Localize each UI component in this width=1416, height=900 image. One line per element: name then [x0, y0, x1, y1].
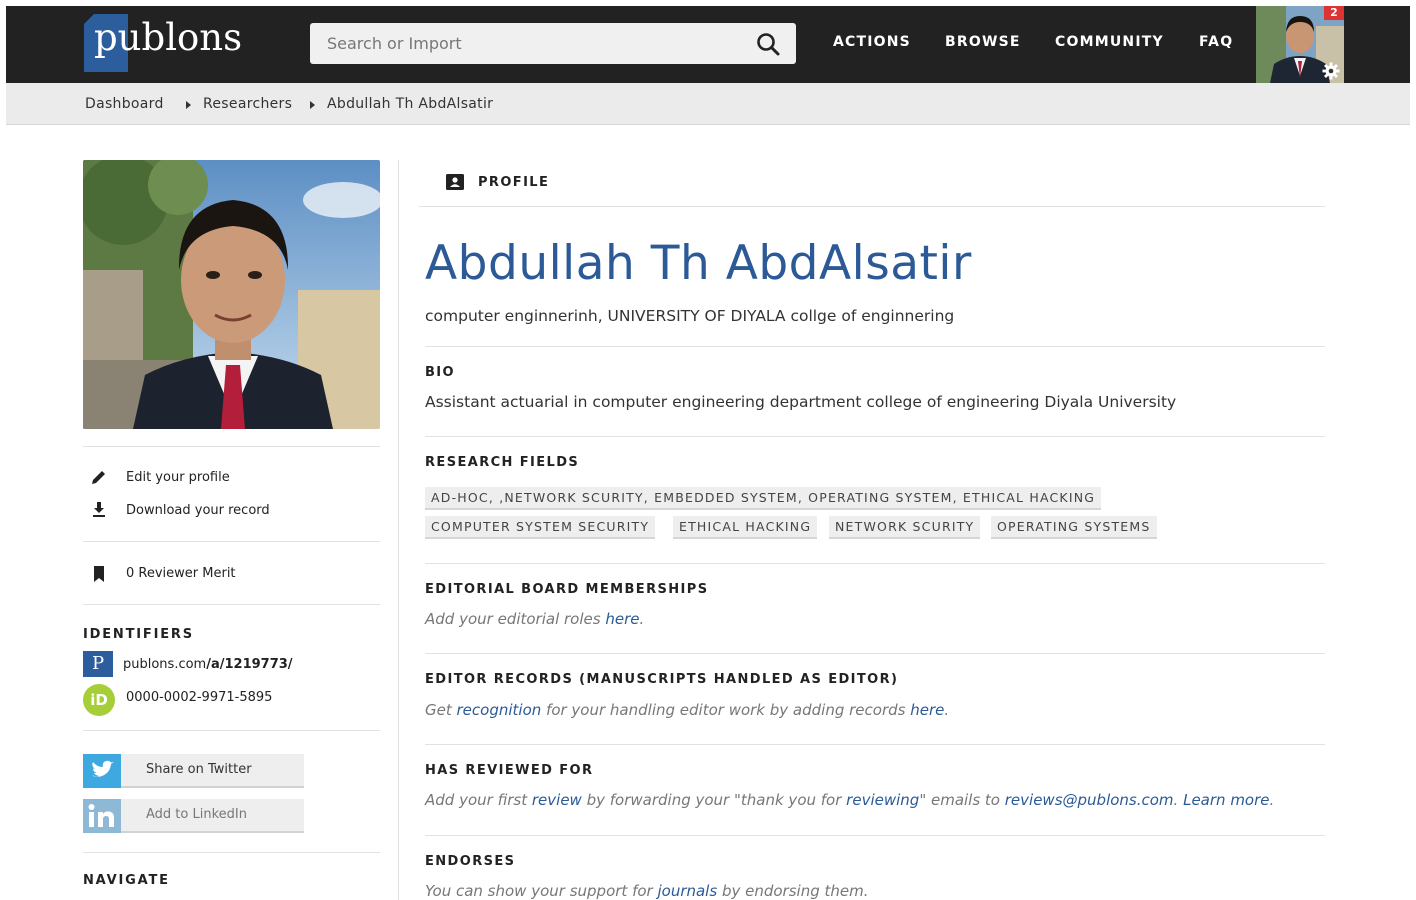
- nav-community[interactable]: COMMUNITY: [1055, 34, 1164, 50]
- research-fields-title: RESEARCH FIELDS: [425, 455, 580, 470]
- edit-profile-link[interactable]: Edit your profile: [126, 470, 230, 485]
- divider: [425, 563, 1325, 564]
- profile-affiliation: computer enginnerinh, UNIVERSITY OF DIYA…: [425, 307, 955, 325]
- recognition-link[interactable]: recognition: [457, 701, 542, 719]
- twitter-icon: [83, 754, 121, 788]
- editor-records-here-link[interactable]: here: [910, 701, 944, 719]
- profile-card-icon: [446, 174, 464, 190]
- endorses-pre: You can show your support for: [425, 882, 658, 900]
- research-field-tag[interactable]: ETHICAL HACKING: [673, 516, 818, 539]
- divider: [83, 446, 380, 447]
- reviews-email-link[interactable]: reviews@publons.com: [1005, 791, 1174, 809]
- nav-browse[interactable]: BROWSE: [945, 34, 1021, 50]
- divider: [425, 835, 1325, 836]
- logo-text: publons: [94, 16, 243, 59]
- breadcrumb-current: Abdullah Th AbdAlsatir: [327, 96, 494, 112]
- endorses-text: You can show your support for journals b…: [425, 882, 868, 900]
- publons-url-path: /a/1219773/: [206, 657, 293, 672]
- editor-records-text: Get recognition for your handling editor…: [425, 701, 950, 719]
- learn-more-link[interactable]: Learn more: [1183, 791, 1269, 809]
- divider: [83, 604, 380, 605]
- endorses-post: by endorsing them.: [717, 882, 869, 900]
- editorial-here-link[interactable]: here: [605, 610, 639, 628]
- editor-records-pre: Get: [425, 701, 457, 719]
- divider: [419, 206, 1325, 207]
- editor-records-mid: for your handling editor work by adding …: [541, 701, 911, 719]
- research-field-tag[interactable]: OPERATING SYSTEMS: [991, 516, 1157, 539]
- search-icon[interactable]: [756, 32, 780, 56]
- tab-profile[interactable]: PROFILE: [446, 174, 549, 190]
- divider: [83, 852, 380, 853]
- gear-icon[interactable]: [1322, 62, 1340, 80]
- profile-photo: [83, 160, 380, 429]
- research-field-tag[interactable]: AD-HOC, ,NETWORK SCURITY, EMBEDDED SYSTE…: [425, 487, 1102, 510]
- bio-title: BIO: [425, 365, 455, 380]
- nav-actions[interactable]: ACTIONS: [833, 34, 911, 50]
- identifiers-heading: IDENTIFIERS: [83, 627, 194, 642]
- editorial-text: Add your editorial roles here.: [425, 610, 645, 628]
- navigate-heading: NAVIGATE: [83, 873, 170, 888]
- tab-profile-label: PROFILE: [478, 174, 550, 190]
- editorial-title: EDITORIAL BOARD MEMBERSHIPS: [425, 582, 709, 597]
- reviewed-mid1: by forwarding your "thank you for: [581, 791, 847, 809]
- breadcrumb: Dashboard Researchers Abdullah Th AbdAls…: [6, 83, 1410, 125]
- reviewed-mid2: " emails to: [919, 791, 1005, 809]
- share-twitter-label: Share on Twitter: [146, 762, 252, 777]
- share-twitter-button[interactable]: Share on Twitter: [83, 754, 304, 788]
- breadcrumb-separator-icon: [310, 101, 315, 109]
- search-input[interactable]: [310, 23, 740, 64]
- divider: [425, 653, 1325, 654]
- top-navbar: publons ACTIONS BROWSE COMMUNITY FAQ: [6, 6, 1410, 83]
- orcid-icon: iD: [83, 684, 115, 716]
- orcid-link[interactable]: 0000-0002-9971-5895: [126, 690, 272, 705]
- reviewer-merit[interactable]: 0 Reviewer Merit: [126, 566, 236, 581]
- research-field-tag[interactable]: NETWORK SCURITY: [829, 516, 981, 539]
- reviewed-for-title: HAS REVIEWED FOR: [425, 763, 594, 778]
- linkedin-icon: [83, 799, 121, 833]
- endorses-title: ENDORSES: [425, 854, 516, 869]
- divider: [83, 541, 380, 542]
- breadcrumb-researchers[interactable]: Researchers: [203, 96, 292, 112]
- publons-url-link[interactable]: publons.com/a/1219773/: [123, 657, 293, 672]
- journals-link[interactable]: journals: [657, 882, 717, 900]
- page: publons ACTIONS BROWSE COMMUNITY FAQ: [6, 6, 1410, 900]
- download-icon: [90, 500, 108, 518]
- search-box: [310, 23, 796, 64]
- divider: [425, 436, 1325, 437]
- pencil-icon: [90, 468, 108, 486]
- breadcrumb-separator-icon: [186, 101, 191, 109]
- review-link[interactable]: review: [532, 791, 582, 809]
- bookmark-icon: [90, 565, 108, 583]
- reviewed-for-text: Add your first review by forwarding your…: [425, 791, 1275, 809]
- divider: [425, 744, 1325, 745]
- reviewed-pre: Add your first: [425, 791, 532, 809]
- divider: [425, 346, 1325, 347]
- download-record-link[interactable]: Download your record: [126, 503, 270, 518]
- column-divider: [398, 160, 399, 900]
- bio-text: Assistant actuarial in computer engineer…: [425, 393, 1177, 411]
- editorial-text-body: Add your editorial roles: [425, 610, 606, 628]
- publons-id-icon: P: [83, 651, 113, 677]
- editor-records-title: EDITOR RECORDS (MANUSCRIPTS HANDLED AS E…: [425, 672, 899, 687]
- profile-name: Abdullah Th AbdAlsatir: [425, 236, 972, 291]
- breadcrumb-dashboard[interactable]: Dashboard: [85, 96, 164, 112]
- publons-url-domain: publons.com: [123, 657, 207, 672]
- nav-faq[interactable]: FAQ: [1199, 34, 1233, 50]
- notification-badge[interactable]: 2: [1324, 6, 1344, 20]
- divider: [83, 730, 380, 731]
- reviewing-link[interactable]: reviewing: [846, 791, 919, 809]
- publons-logo[interactable]: publons: [84, 14, 242, 72]
- add-linkedin-label: Add to LinkedIn: [146, 807, 247, 822]
- add-linkedin-button[interactable]: Add to LinkedIn: [83, 799, 304, 833]
- research-field-tag[interactable]: COMPUTER SYSTEM SECURITY: [425, 516, 656, 539]
